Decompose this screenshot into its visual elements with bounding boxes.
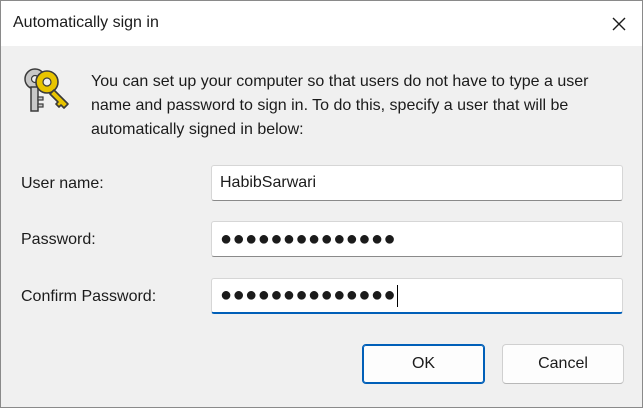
cancel-button[interactable]: Cancel xyxy=(502,344,624,384)
confirm-password-value: ●●●●●●●●●●●●●● xyxy=(220,284,397,306)
close-icon xyxy=(612,17,626,30)
ok-button[interactable]: OK xyxy=(362,344,485,384)
username-input[interactable]: HabibSarwari xyxy=(211,165,623,201)
username-label: User name: xyxy=(21,175,104,192)
confirm-password-label: Confirm Password: xyxy=(21,288,157,305)
close-button[interactable] xyxy=(596,1,642,46)
keys-icon xyxy=(24,68,69,112)
dialog-title: Automatically sign in xyxy=(13,14,159,31)
instruction-text: You can set up your computer so that use… xyxy=(91,73,589,138)
auto-sign-in-dialog: Automatically sign in You can set up you… xyxy=(0,0,643,408)
password-value: ●●●●●●●●●●●●●● xyxy=(220,227,397,250)
confirm-password-input[interactable]: ●●●●●●●●●●●●●● xyxy=(211,278,623,314)
password-input[interactable]: ●●●●●●●●●●●●●● xyxy=(211,221,623,257)
username-value: HabibSarwari xyxy=(220,174,317,191)
title-bar: Automatically sign in xyxy=(1,1,642,46)
text-caret xyxy=(397,284,399,307)
password-label: Password: xyxy=(21,231,96,248)
